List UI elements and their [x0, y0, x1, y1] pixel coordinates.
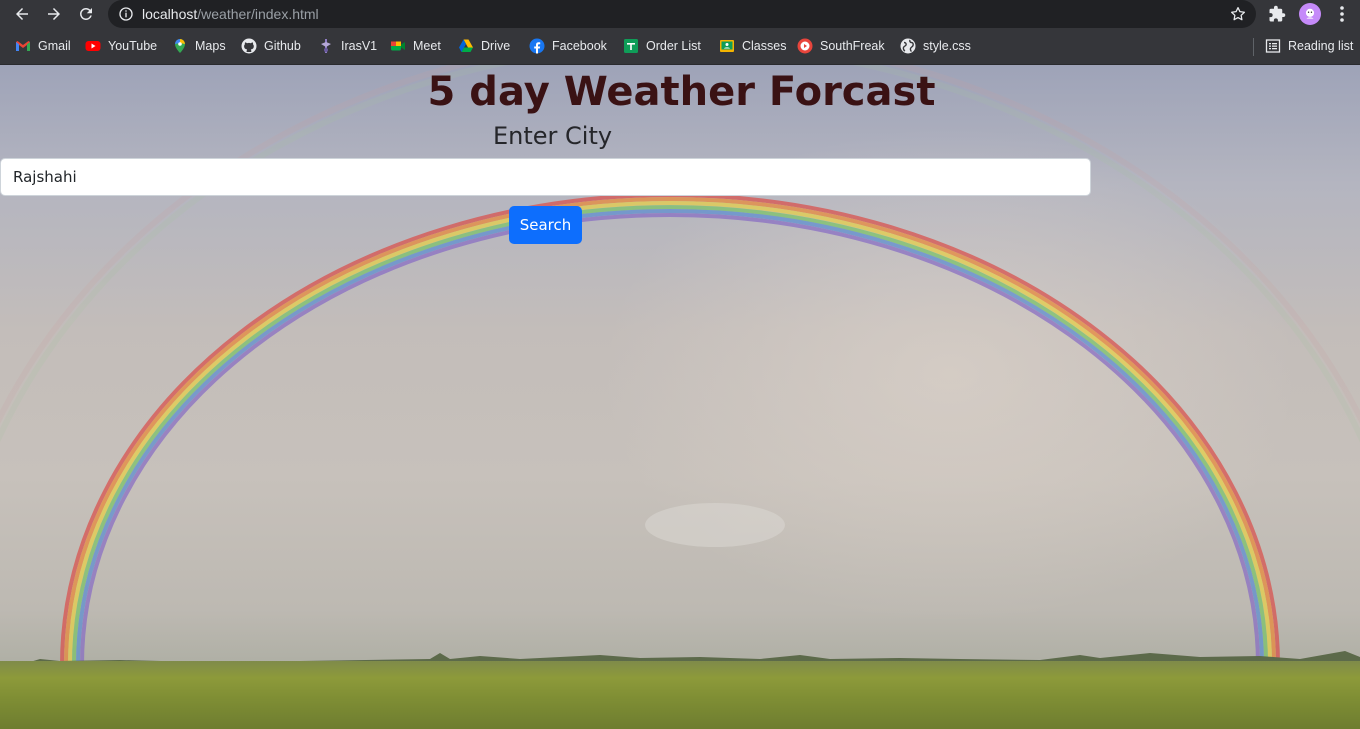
facebook-icon [529, 38, 545, 54]
bookmark-label: Meet [413, 39, 441, 53]
youtube-icon [85, 41, 101, 51]
extensions-puzzle-icon[interactable] [1268, 5, 1286, 23]
city-label: Enter City [493, 122, 613, 150]
forward-button[interactable] [44, 4, 64, 24]
gmail-icon [16, 41, 30, 51]
southfreak-icon [797, 38, 813, 54]
bookmark-label: Order List [646, 39, 701, 53]
reload-button[interactable] [76, 4, 96, 24]
city-input[interactable] [0, 158, 1091, 196]
bookmarks-separator [1253, 38, 1254, 56]
weather-page: 5 day Weather Forcast Enter City Search [0, 65, 1360, 729]
url-host: localhost [142, 6, 198, 22]
reading-list-icon [1265, 39, 1281, 53]
bookmark-label: Drive [481, 39, 511, 53]
bookmark-github[interactable]: Github [241, 37, 301, 55]
url-path: /weather/index.html [197, 6, 319, 22]
bookmark-star-icon[interactable] [1229, 5, 1247, 23]
bookmark-facebook[interactable]: Facebook [529, 37, 607, 55]
back-arrow-icon [16, 8, 28, 20]
sheets-icon [624, 39, 638, 53]
bookmark-irasv1[interactable]: IrasV1 [318, 37, 377, 55]
bookmark-label: Facebook [552, 39, 607, 53]
browser-menu-icon[interactable] [1335, 5, 1349, 23]
page-title: 5 day Weather Forcast [427, 69, 936, 115]
back-button[interactable] [12, 4, 32, 24]
bookmark-label: style.css [923, 39, 971, 53]
bookmark-gmail[interactable]: Gmail [15, 37, 71, 55]
forward-arrow-icon [48, 8, 60, 20]
drive-icon [459, 39, 473, 52]
bookmark-maps[interactable]: Maps [172, 37, 226, 55]
reload-icon [79, 7, 92, 20]
site-info-icon[interactable] [118, 6, 134, 22]
bookmark-label: YouTube [108, 39, 158, 53]
grass-field-decoration [0, 661, 1360, 729]
bookmark-label: Gmail [38, 39, 71, 53]
bookmark-drive[interactable]: Drive [458, 37, 510, 55]
bookmark-order-list[interactable]: Order List [623, 37, 701, 55]
bookmark-label: Github [264, 39, 301, 53]
bookmark-label: SouthFreak [820, 39, 885, 53]
profile-avatar[interactable] [1299, 3, 1321, 25]
search-button[interactable]: Search [509, 206, 582, 244]
iras-icon [321, 39, 331, 53]
reading-list-button[interactable]: Reading list [1265, 37, 1353, 55]
url-text[interactable]: localhost/weather/index.html [142, 6, 319, 22]
bookmark-meet[interactable]: Meet [390, 37, 441, 55]
github-icon [241, 38, 257, 54]
bookmark-southfreak[interactable]: SouthFreak [797, 37, 885, 55]
bookmarks-bar: Gmail YouTube Maps Github IrasV1 Meet Dr… [0, 28, 1360, 65]
reading-list-label: Reading list [1288, 39, 1354, 53]
classroom-icon [720, 40, 734, 52]
profile-face-icon [1305, 8, 1315, 19]
bookmark-label: Maps [195, 39, 226, 53]
bookmark-classes[interactable]: Classes [719, 37, 786, 55]
bookmark-label: IrasV1 [341, 39, 378, 53]
browser-toolbar: localhost/weather/index.html [0, 0, 1360, 28]
meet-icon [391, 41, 405, 51]
bookmark-youtube[interactable]: YouTube [85, 37, 157, 55]
maps-icon [175, 39, 185, 53]
address-bar[interactable]: localhost/weather/index.html [108, 0, 1256, 28]
bookmark-label: Classes [742, 39, 787, 53]
bookmark-style-css[interactable]: style.css [900, 37, 971, 55]
globe-icon [900, 38, 916, 54]
